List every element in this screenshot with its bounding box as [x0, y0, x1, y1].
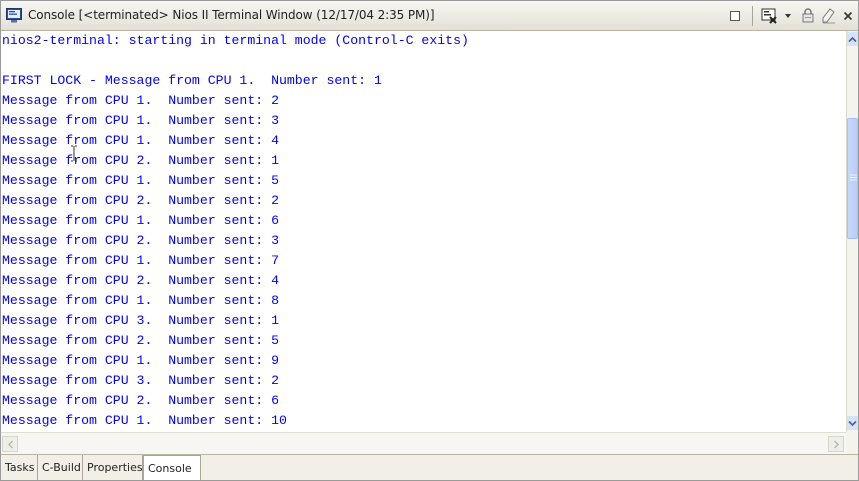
tab-console[interactable]: Console — [143, 455, 201, 480]
console-line: Message from CPU 1. Number sent: 8 — [2, 293, 279, 308]
tab-label: Tasks — [5, 461, 35, 474]
tab-label: Console — [148, 461, 192, 475]
view-title-bar: Console [<terminated> Nios II Terminal W… — [1, 1, 858, 31]
console-line: Message from CPU 2. Number sent: 6 — [2, 393, 279, 408]
console-icon — [6, 8, 22, 23]
console-line: Message from CPU 1. Number sent: 5 — [2, 173, 279, 188]
close-icon — [843, 11, 853, 21]
horizontal-scrollbar[interactable] — [1, 432, 846, 454]
scroll-left-button[interactable] — [2, 436, 18, 452]
chevron-right-icon — [833, 440, 839, 448]
view-title: Console [<terminated> Nios II Terminal W… — [28, 8, 435, 22]
console-line: FIRST LOCK - Message from CPU 1. Number … — [2, 73, 382, 88]
console-line: Message from CPU 2. Number sent: 2 — [2, 193, 279, 208]
vertical-scrollbar[interactable] — [846, 31, 858, 432]
console-output-area[interactable]: nios2-terminal: starting in terminal mod… — [1, 31, 846, 432]
close-view-button[interactable] — [841, 7, 855, 25]
scroll-corner — [846, 432, 858, 454]
console-line: Message from CPU 2. Number sent: 4 — [2, 273, 279, 288]
tab-properties[interactable]: Properties — [83, 455, 143, 480]
display-selected-console-icon — [761, 8, 791, 24]
tab-label: Properties — [87, 461, 143, 474]
scroll-down-button[interactable] — [847, 416, 858, 430]
console-line: Message from CPU 2. Number sent: 5 — [2, 333, 279, 348]
console-line: Message from CPU 2. Number sent: 3 — [2, 233, 279, 248]
chevron-left-icon — [7, 440, 13, 448]
display-selected-console-button[interactable] — [761, 7, 795, 25]
console-output: nios2-terminal: starting in terminal mod… — [1, 31, 846, 431]
scroll-up-button[interactable] — [847, 32, 858, 46]
vertical-scroll-thumb[interactable] — [847, 118, 858, 239]
tab-tasks[interactable]: Tasks — [1, 455, 38, 480]
console-view: Console [<terminated> Nios II Terminal W… — [0, 0, 859, 481]
chevron-up-icon — [848, 36, 857, 42]
clear-console-button[interactable] — [819, 7, 837, 25]
toolbar-separator — [752, 6, 753, 26]
chevron-down-icon — [848, 420, 857, 426]
console-line: Message from CPU 1. Number sent: 2 — [2, 93, 279, 108]
console-line: Message from CPU 1. Number sent: 6 — [2, 213, 279, 228]
text-cursor-icon — [71, 145, 77, 162]
pin-console-icon — [802, 8, 814, 23]
view-tab-bar: Tasks C-Build Properties Console — [1, 454, 858, 480]
console-line: Message from CPU 1. Number sent: 9 — [2, 353, 279, 368]
console-line: Message from CPU 1. Number sent: 10 — [2, 413, 287, 428]
maximize-icon — [730, 11, 740, 21]
console-line: Message from CPU 1. Number sent: 4 — [2, 133, 279, 148]
clear-console-icon — [822, 8, 835, 24]
maximize-button[interactable] — [727, 7, 743, 25]
console-line: Message from CPU 3. Number sent: 2 — [2, 373, 279, 388]
pin-console-button[interactable] — [800, 7, 816, 25]
grip-icon — [850, 174, 857, 181]
scroll-right-button[interactable] — [828, 436, 844, 452]
tab-c-build[interactable]: C-Build — [38, 455, 83, 480]
tab-label: C-Build — [42, 461, 81, 474]
console-line: Message from CPU 1. Number sent: 3 — [2, 113, 279, 128]
console-line: nios2-terminal: starting in terminal mod… — [2, 33, 469, 48]
console-line: Message from CPU 1. Number sent: 7 — [2, 253, 279, 268]
console-line: Message from CPU 3. Number sent: 1 — [2, 313, 279, 328]
console-line: Message from CPU 2. Number sent: 1 — [2, 153, 279, 168]
